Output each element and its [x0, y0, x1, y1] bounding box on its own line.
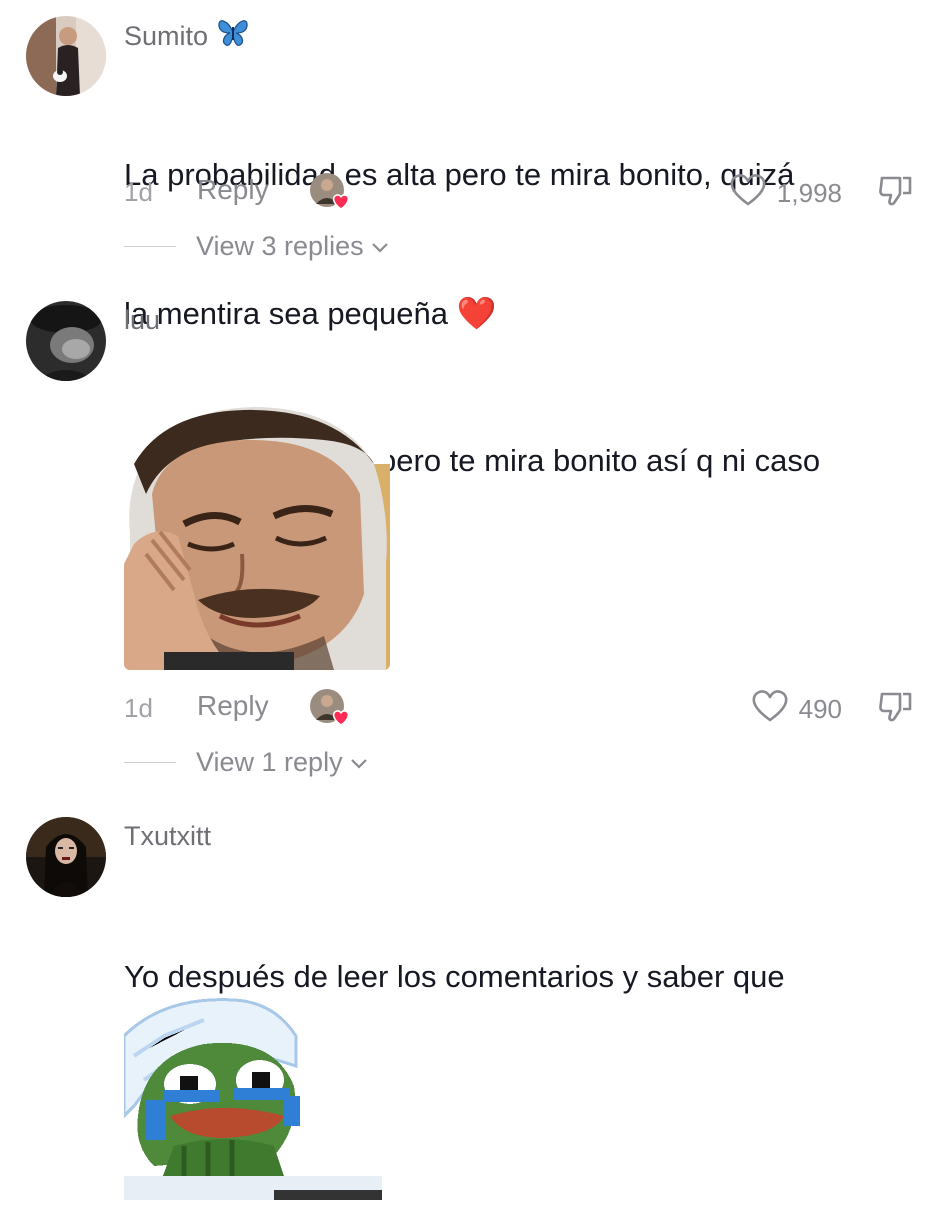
username-text: Txutxitt — [124, 821, 212, 851]
avatar[interactable] — [26, 817, 106, 897]
comment-3: Txutxitt Yo después de leer los comentar… — [0, 0, 946, 1200]
username[interactable]: Txutxitt — [124, 821, 211, 852]
crying-frog-sticker[interactable] — [124, 996, 382, 1200]
comment-text-line: Yo después de leer los comentarios y sab… — [124, 959, 785, 994]
